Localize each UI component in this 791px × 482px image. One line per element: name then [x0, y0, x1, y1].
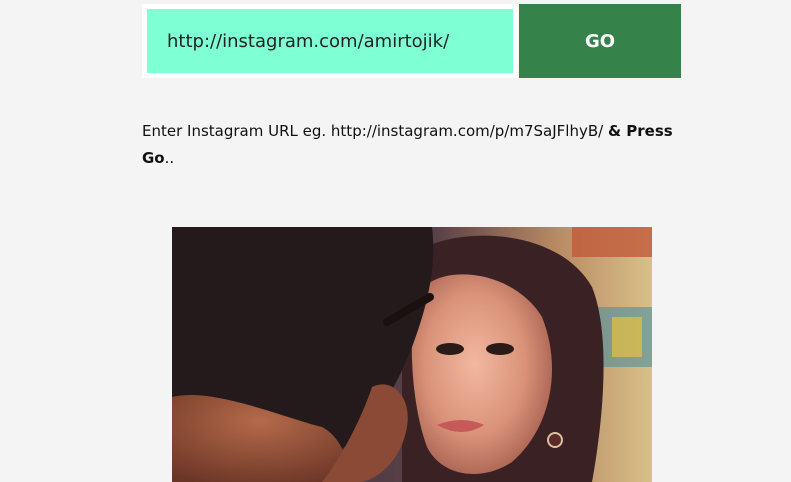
instructions-prefix: Enter Instagram URL eg. http://instagram… — [142, 122, 608, 140]
photo-illustration — [172, 227, 652, 482]
instagram-photo — [172, 227, 652, 482]
instructions-text: Enter Instagram URL eg. http://instagram… — [142, 118, 682, 172]
instagram-url-input[interactable] — [142, 4, 518, 78]
instructions-suffix: .. — [164, 149, 175, 167]
url-form: GO — [142, 4, 681, 78]
go-button[interactable]: GO — [519, 4, 681, 78]
